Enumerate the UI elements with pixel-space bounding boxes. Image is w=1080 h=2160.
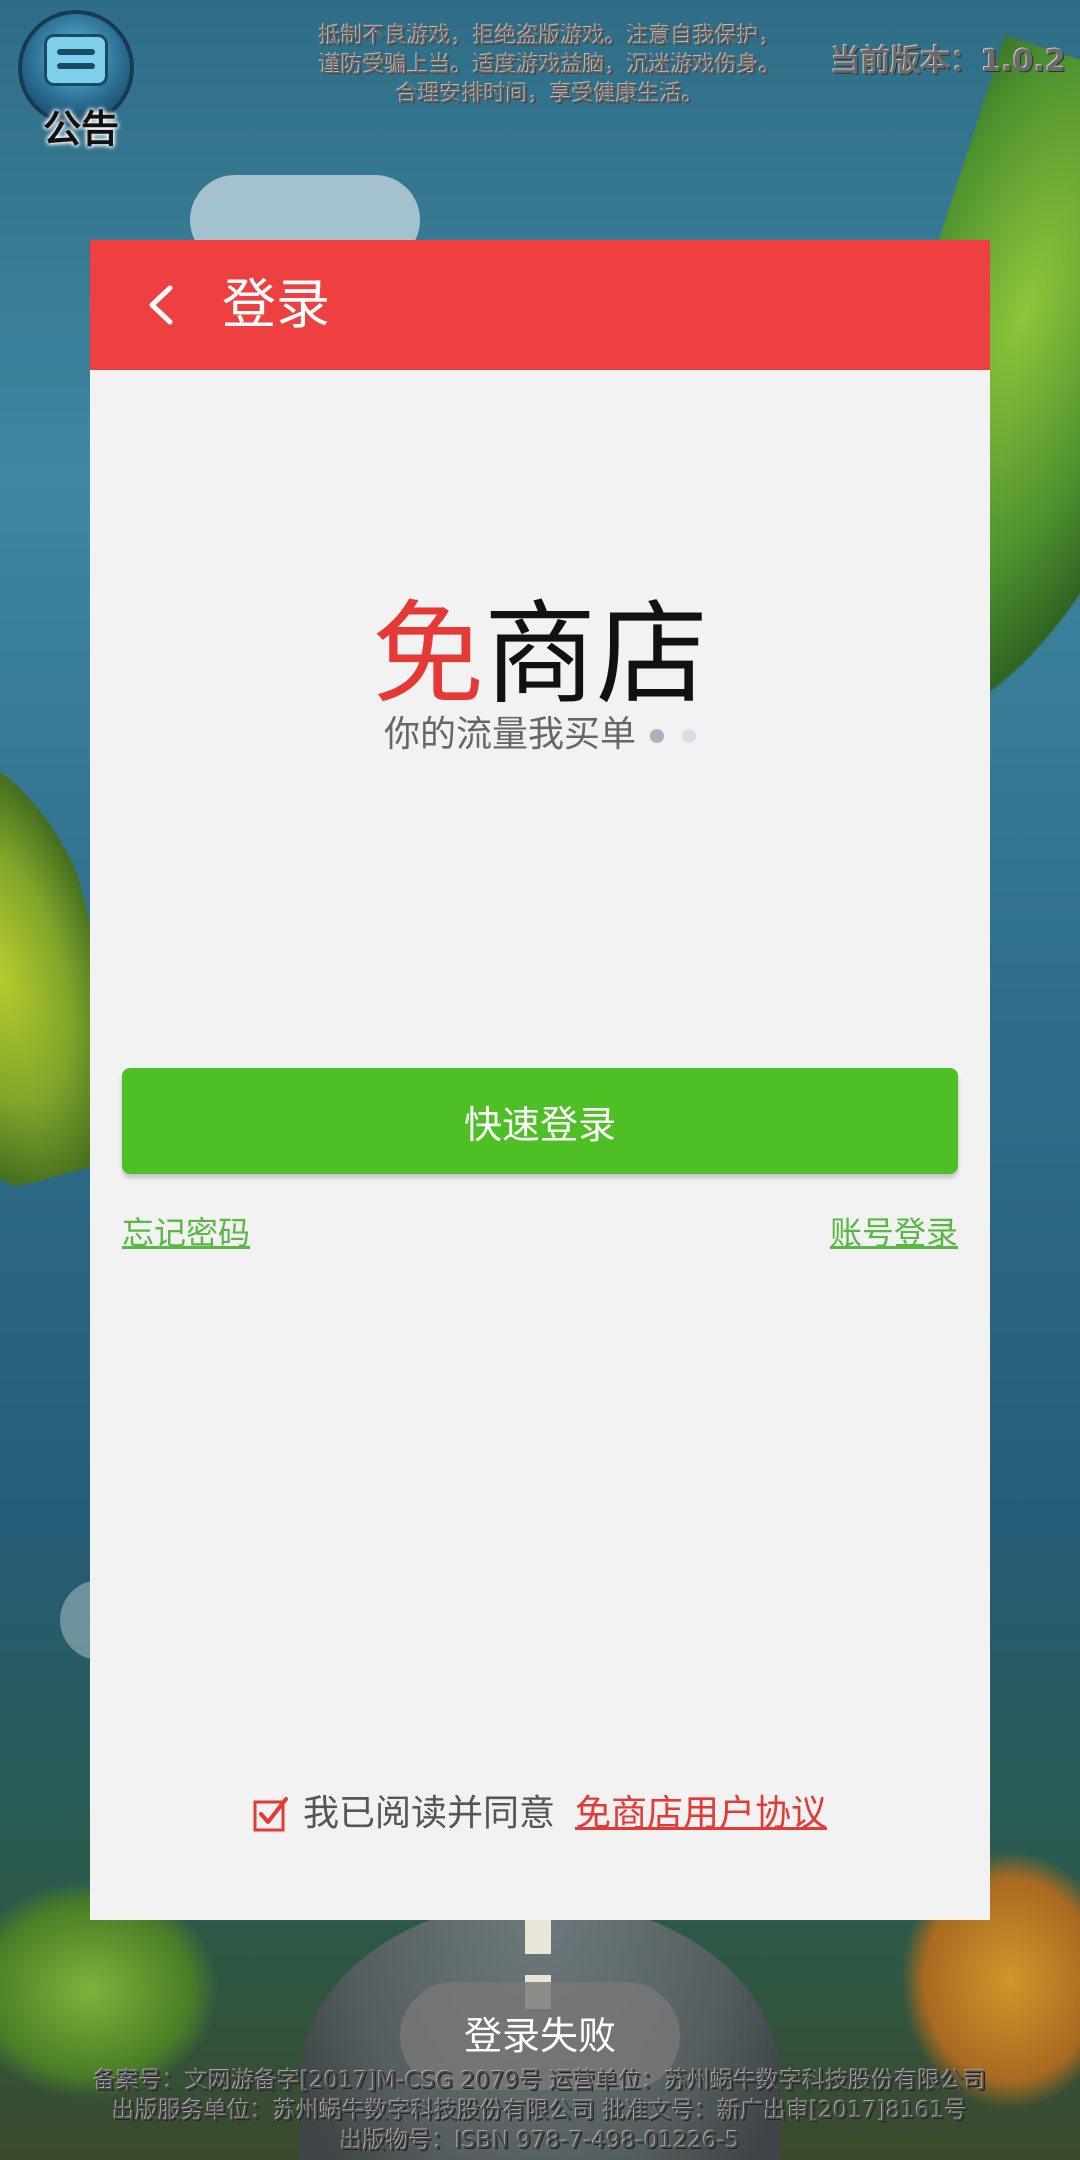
loading-dot xyxy=(682,729,696,743)
slogan-row: 你的流量我买单 xyxy=(90,710,990,760)
login-dialog: 登录 免商店 你的流量我买单 快速登录 忘记密码 账号登录 我已阅读并同意 免商店… xyxy=(90,240,990,1920)
brand-logo-black: 商店 xyxy=(484,590,708,720)
dialog-header: 登录 xyxy=(90,240,990,370)
dialog-title: 登录 xyxy=(222,273,330,336)
user-agreement-link[interactable]: 免商店用户协议 xyxy=(575,1793,827,1834)
notice-board-icon xyxy=(44,34,108,86)
chevron-left-icon[interactable] xyxy=(138,280,188,330)
health-advisory-line: 谨防受骗上当。适度游戏益脑，沉迷游戏伤身。 xyxy=(318,53,781,78)
agree-text: 我已阅读并同意 xyxy=(302,1793,555,1834)
checkbox-checked-icon[interactable] xyxy=(253,1796,289,1832)
notice-label: 公告 xyxy=(42,107,119,151)
brand-logo: 免商店 xyxy=(90,590,990,720)
notice-button[interactable]: 公告 xyxy=(10,6,144,151)
forgot-password-link[interactable]: 忘记密码 xyxy=(122,1208,250,1254)
footer-line: 出版服务单位：苏州蜗牛数字科技股份有限公司 批准文号：新广出审[2017]816… xyxy=(112,2098,968,2124)
brand-logo-red: 免 xyxy=(372,590,484,720)
slogan-text: 你的流量我买单 xyxy=(383,714,636,755)
health-advisory-line: 抵制不良游戏，拒绝盗版游戏。注意自我保护， xyxy=(318,24,781,49)
footer-line: 备案号：文网游备字[2017]M-CSG 2079号 运营单位：苏州蜗牛数字科技… xyxy=(93,2068,987,2094)
legal-footer: 备案号：文网游备字[2017]M-CSG 2079号 运营单位：苏州蜗牛数字科技… xyxy=(0,2066,1080,2156)
loading-dot xyxy=(650,729,664,743)
road-marking xyxy=(525,1920,551,1954)
game-login-screen: 公告 抵制不良游戏，拒绝盗版游戏。注意自我保护， 谨防受骗上当。适度游戏益脑，沉… xyxy=(0,0,1080,2160)
health-advisory-line: 合理安排时间，享受健康生活。 xyxy=(395,82,704,107)
health-advisory: 抵制不良游戏，拒绝盗版游戏。注意自我保护， 谨防受骗上当。适度游戏益脑，沉迷游戏… xyxy=(240,22,860,109)
version-label: 当前版本：1.0.2 xyxy=(830,44,1066,79)
quick-login-button[interactable]: 快速登录 xyxy=(122,1068,958,1174)
agreement-row: 我已阅读并同意 免商店用户协议 xyxy=(90,1788,990,1839)
account-login-link[interactable]: 账号登录 xyxy=(830,1208,958,1254)
footer-line: 出版物号：ISBN 978-7-498-01226-5 xyxy=(339,2128,741,2154)
